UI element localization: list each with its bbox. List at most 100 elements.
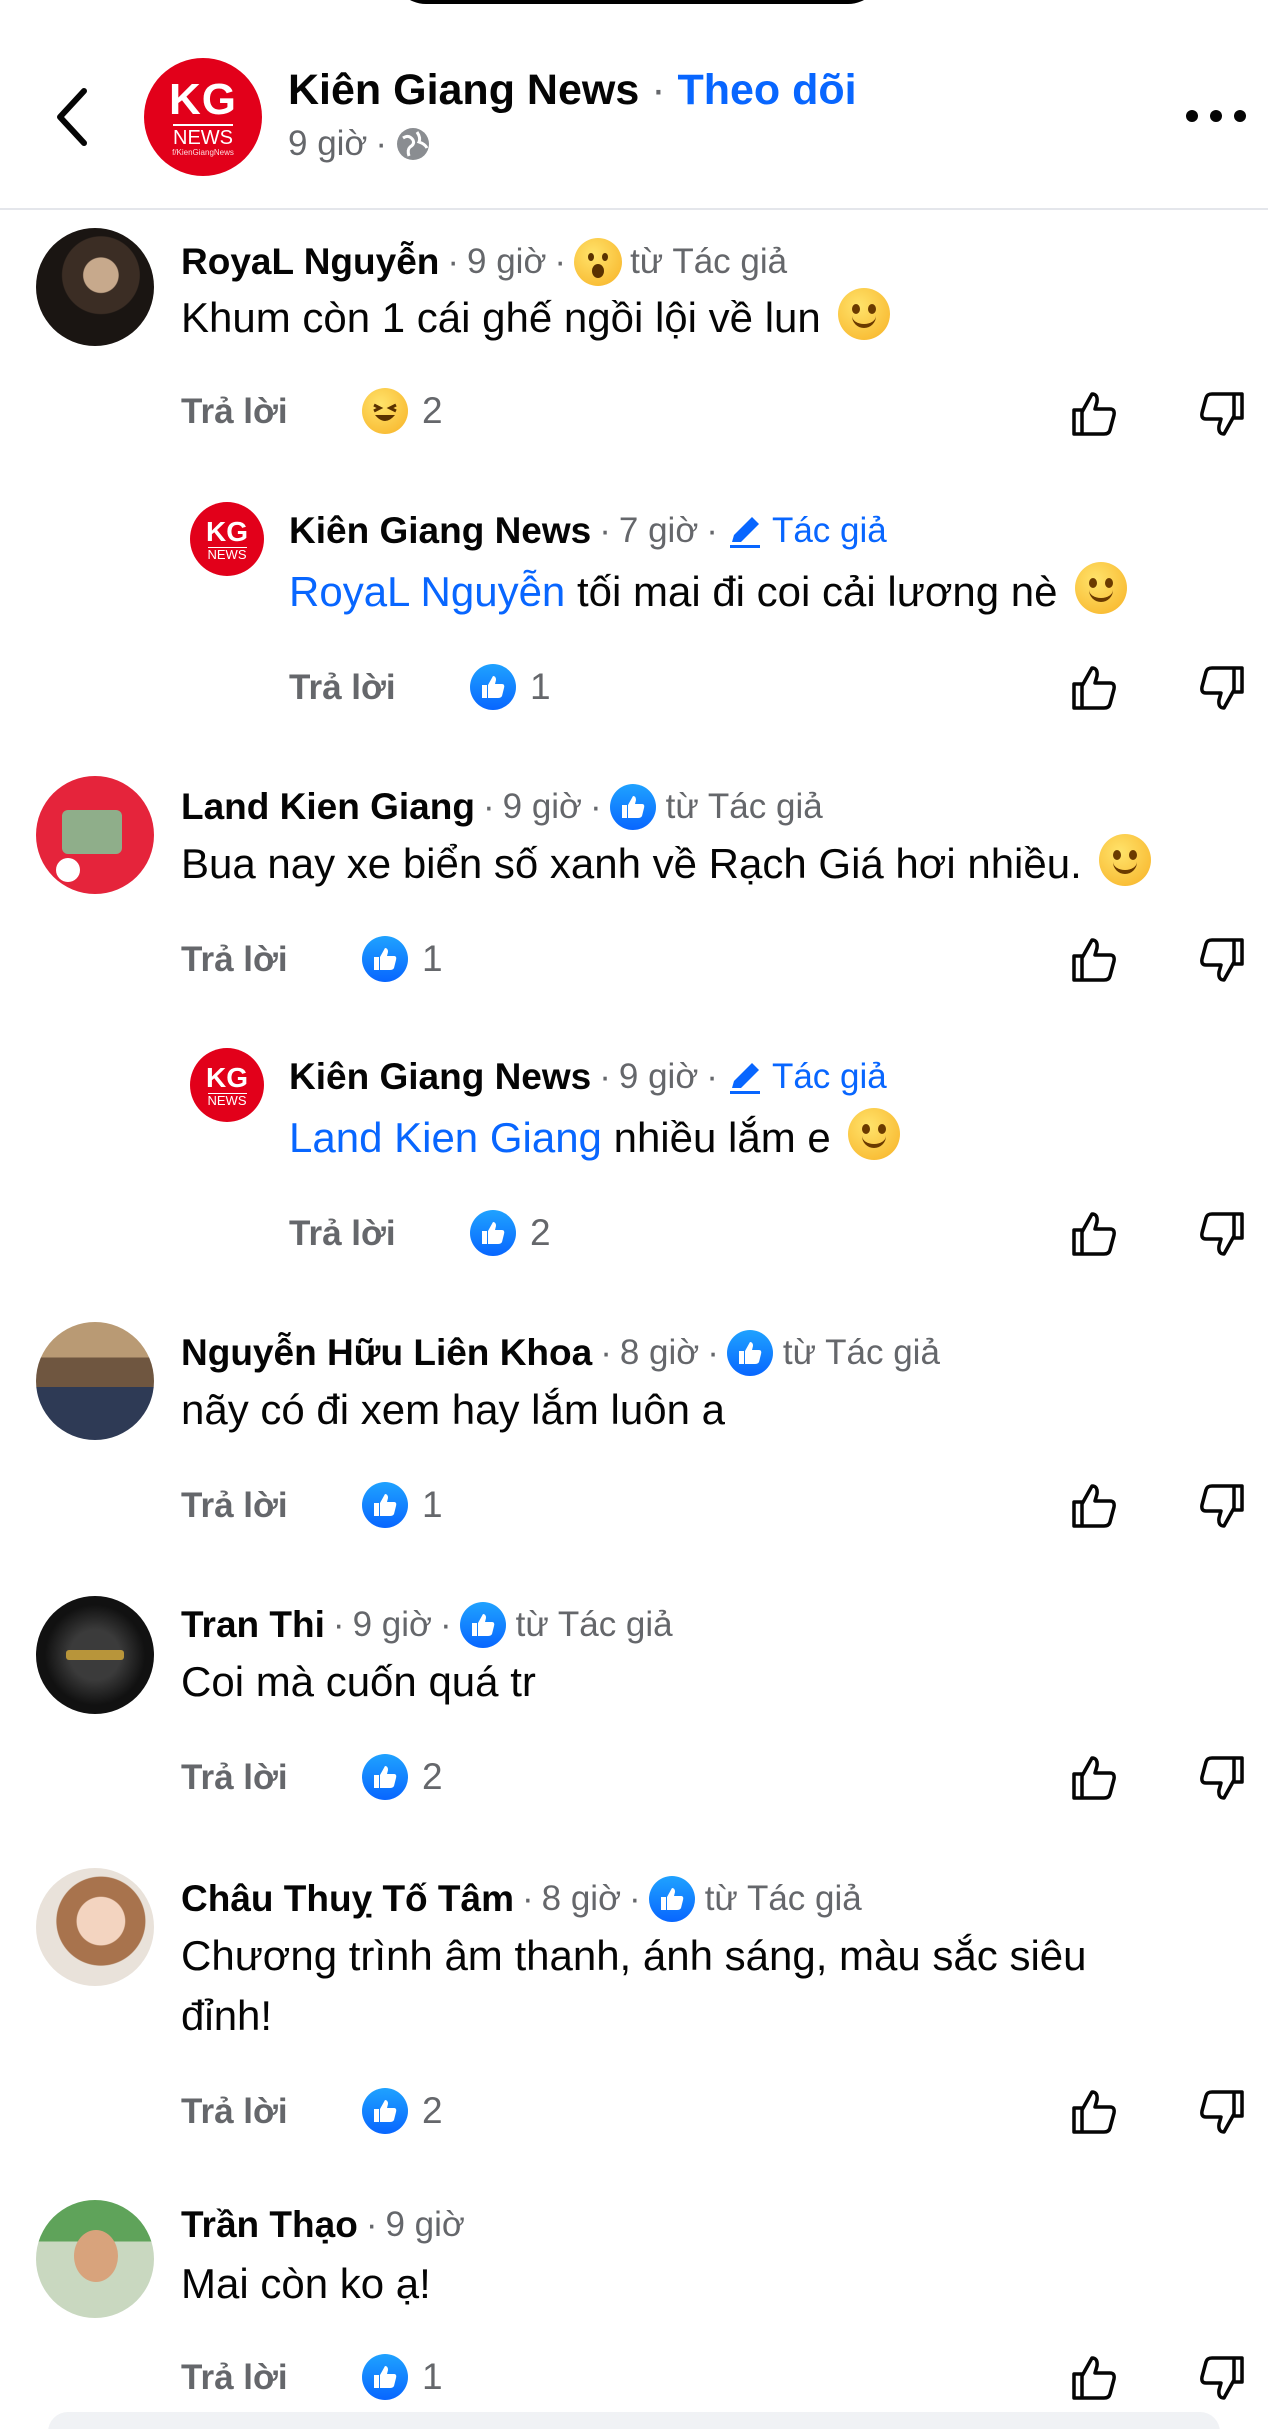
avatar[interactable]: [36, 1868, 154, 1986]
thumbs-down-icon[interactable]: [1196, 1208, 1248, 1260]
logo-subtext: NEWS: [207, 546, 247, 562]
reaction-summary[interactable]: 1: [470, 664, 551, 710]
separator: ·: [706, 1057, 718, 1096]
separator: ·: [590, 787, 602, 826]
reaction-summary[interactable]: 2: [362, 1754, 443, 1800]
separator: ·: [599, 511, 611, 550]
like-reaction-icon: [362, 936, 408, 982]
reaction-count: 2: [422, 2090, 443, 2131]
reaction-summary[interactable]: 1: [362, 936, 443, 982]
follow-button[interactable]: Theo dõi: [677, 66, 856, 114]
reaction-summary[interactable]: 2: [470, 1210, 551, 1256]
commenter-name[interactable]: Nguyễn Hữu Liên Khoa: [181, 1332, 592, 1374]
thumbs-up-icon[interactable]: [1068, 1208, 1120, 1260]
thumbs-down-icon[interactable]: [1196, 1480, 1248, 1532]
commenter-name[interactable]: Châu Thuỵ Tố Tâm: [181, 1878, 514, 1920]
thumbs-up-icon[interactable]: [1068, 1480, 1120, 1532]
commenter-name[interactable]: Kiên Giang News: [289, 1056, 591, 1098]
reaction-count: 2: [530, 1212, 551, 1253]
laughing-emoji-icon: [838, 288, 891, 340]
comment-meta: Châu Thuỵ Tố Tâm · 8 giờ · từ Tác giả: [181, 1876, 862, 1922]
post-meta: 9 giờ ·: [288, 124, 431, 164]
reply-button[interactable]: Trả lời: [289, 668, 396, 708]
avatar[interactable]: [36, 1322, 154, 1440]
comment-text: RoyaL Nguyễn tối mai đi coi cải lương nè: [289, 562, 1268, 622]
avatar[interactable]: [36, 1596, 154, 1714]
commenter-name[interactable]: RoyaL Nguyễn: [181, 241, 439, 283]
comment-time: 9 giờ: [618, 1057, 699, 1096]
reply-button[interactable]: Trả lời: [181, 1486, 288, 1526]
author-badge: Tác giả: [726, 1057, 887, 1097]
back-button[interactable]: [46, 82, 96, 152]
reply-button[interactable]: Trả lời: [181, 2092, 288, 2132]
thumbs-up-icon[interactable]: [1068, 662, 1120, 714]
comment-text: Mai còn ko ạ!: [181, 2254, 1251, 2314]
page-avatar[interactable]: KG NEWS f/KienGiangNews: [144, 58, 262, 176]
dot-icon: [1234, 110, 1246, 122]
thumbs-down-icon[interactable]: [1196, 662, 1248, 714]
reaction-summary[interactable]: 2: [362, 2088, 443, 2134]
avatar[interactable]: [36, 776, 154, 894]
separator: ·: [629, 1879, 641, 1918]
thumbs-up-icon[interactable]: [1068, 934, 1120, 986]
reaction-summary[interactable]: 1: [362, 2354, 443, 2400]
comment-meta: Kiên Giang News · 9 giờ · Tác giả: [289, 1056, 887, 1098]
comment-meta: Kiên Giang News · 7 giờ · Tác giả: [289, 510, 887, 552]
comment-meta: Trần Thạo · 9 giờ: [181, 2204, 465, 2246]
separator: ·: [447, 242, 460, 281]
thumbs-down-icon[interactable]: [1196, 934, 1248, 986]
pencil-icon: [729, 517, 760, 548]
gold-logo: [66, 1650, 124, 1660]
author-badge: Tác giả: [726, 511, 887, 551]
logo-subtext: NEWS: [207, 1092, 247, 1108]
vote-buttons: [1068, 662, 1248, 714]
mention-link[interactable]: RoyaL Nguyễn: [289, 568, 565, 615]
reaction-summary[interactable]: 2: [362, 388, 443, 434]
comment-body: tối mai đi coi cải lương nè: [565, 568, 1058, 615]
avatar[interactable]: [36, 228, 154, 346]
commenter-name[interactable]: Trần Thạo: [181, 2204, 358, 2246]
commenter-name[interactable]: Land Kien Giang: [181, 786, 475, 828]
vote-buttons: [1068, 1752, 1248, 1804]
meta-dot: ·: [375, 124, 388, 163]
page-name[interactable]: Kiên Giang News: [288, 66, 639, 114]
commenter-name[interactable]: Tran Thi: [181, 1604, 325, 1646]
thumbs-up-icon[interactable]: [1068, 2086, 1120, 2138]
reply-button[interactable]: Trả lời: [181, 940, 288, 980]
like-reaction-icon: [362, 1482, 408, 1528]
logo-text: KG: [169, 74, 237, 124]
author-reaction-label: từ Tác giả: [704, 1879, 862, 1918]
thumbs-down-icon[interactable]: [1196, 2352, 1248, 2404]
reply-button[interactable]: Trả lời: [181, 2358, 288, 2398]
avatar[interactable]: KG NEWS: [190, 1048, 264, 1122]
comment-meta: Land Kien Giang · 9 giờ · từ Tác giả: [181, 784, 823, 830]
logo-text: KG: [206, 1061, 248, 1093]
comment-body: Khum còn 1 cái ghế ngồi lội về lun: [181, 294, 821, 341]
comment-body: Mai còn ko ạ!: [181, 2260, 431, 2307]
reply-button[interactable]: Trả lời: [181, 392, 288, 432]
reply-button[interactable]: Trả lời: [289, 1214, 396, 1254]
reaction-summary[interactable]: 1: [362, 1482, 443, 1528]
avatar[interactable]: [36, 2200, 154, 2318]
comment-time: 8 giờ: [619, 1333, 700, 1372]
comment-meta: Nguyễn Hữu Liên Khoa · 8 giờ · từ Tác gi…: [181, 1330, 940, 1376]
more-options-button[interactable]: [1186, 96, 1246, 136]
thumbs-up-icon[interactable]: [1068, 2352, 1120, 2404]
comment-body: Chương trình âm thanh, ánh sáng, màu sắc…: [181, 1932, 1087, 2039]
thumbs-up-icon[interactable]: [1068, 388, 1120, 440]
mention-link[interactable]: Land Kien Giang: [289, 1114, 602, 1161]
comment-composer-bar[interactable]: [48, 2412, 1220, 2429]
comment-body: nãy có đi xem hay lắm luôn a: [181, 1386, 725, 1433]
thumbs-down-icon[interactable]: [1196, 1752, 1248, 1804]
avatar[interactable]: KG NEWS: [190, 502, 264, 576]
thumbs-down-icon[interactable]: [1196, 2086, 1248, 2138]
dot-icon: [1210, 110, 1222, 122]
vote-buttons: [1068, 1480, 1248, 1532]
like-reaction-icon: [362, 1754, 408, 1800]
reply-button[interactable]: Trả lời: [181, 1758, 288, 1798]
thumbs-down-icon[interactable]: [1196, 388, 1248, 440]
thumbs-up-icon[interactable]: [1068, 1752, 1120, 1804]
commenter-name[interactable]: Kiên Giang News: [289, 510, 591, 552]
comment-body: Coi mà cuốn quá tr: [181, 1658, 536, 1705]
chevron-left-icon: [57, 88, 87, 146]
